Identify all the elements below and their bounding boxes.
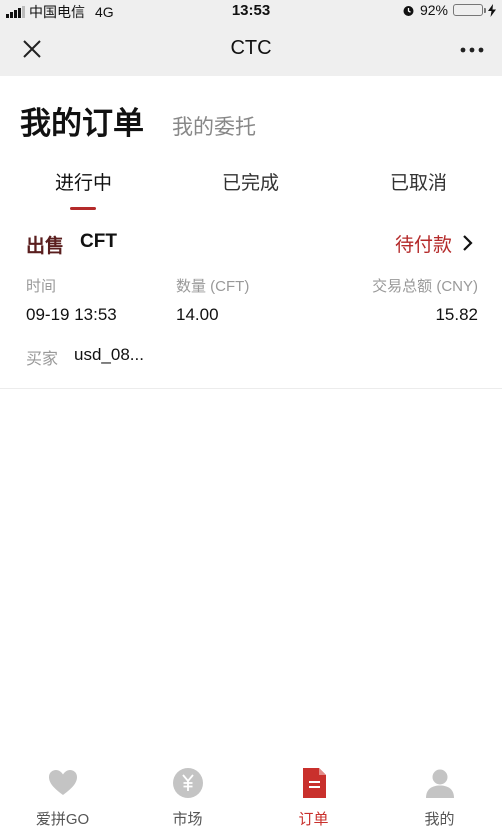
page-title: CTC — [230, 37, 272, 59]
battery-percent: 92% — [419, 2, 448, 18]
quantity-label: 数量 (CFT) — [176, 278, 250, 295]
tabbar-label: 订单 — [298, 811, 329, 828]
yuan-icon — [173, 768, 203, 798]
chevron-right-icon — [463, 235, 473, 251]
battery-icon — [453, 4, 486, 16]
user-icon — [426, 769, 454, 798]
tabbar-label: 爱拼GO — [35, 811, 90, 828]
time-value: 09-19 13:53 — [26, 305, 117, 324]
order-coin: CFT — [80, 231, 117, 252]
tabbar-label: 市场 — [172, 811, 203, 828]
order-type: 出售 — [26, 236, 65, 257]
document-icon — [303, 768, 326, 798]
my-orders-heading[interactable]: 我的订单 — [20, 98, 144, 143]
time-label: 时间 — [26, 278, 57, 295]
bottom-tab-bar: 爱拼GO 市场 订单 我的 — [0, 757, 502, 837]
tabbar-label: 我的 — [424, 811, 455, 828]
tab-in-progress[interactable]: 进行中 — [0, 168, 167, 195]
total-label: 交易总额 (CNY) — [372, 278, 478, 295]
alarm-icon — [403, 5, 414, 16]
status-right: 92% — [402, 2, 496, 18]
tabbar-item-market[interactable]: 市场 — [125, 757, 250, 837]
heart-icon — [49, 770, 77, 795]
order-card[interactable]: 出售 CFT 待付款 时间 数量 (CFT) 交易总额 (CNY) 09-19 … — [0, 222, 502, 389]
tabbar-item-orders[interactable]: 订单 — [251, 757, 376, 837]
order-tabs: 进行中 已完成 已取消 — [0, 168, 502, 214]
heading-switch: 我的订单 我的委托 — [20, 98, 256, 143]
tab-completed[interactable]: 已完成 — [167, 168, 334, 195]
more-icon[interactable] — [458, 36, 486, 64]
tabbar-item-aipingo[interactable]: 爱拼GO — [0, 757, 125, 837]
buyer-label: 买家 — [26, 351, 59, 368]
tabbar-item-mine[interactable]: 我的 — [377, 757, 502, 837]
buyer-value: usd_08... — [74, 345, 144, 364]
navigation-bar: CTC — [0, 22, 502, 76]
charging-icon — [488, 3, 496, 17]
status-bar: 中国电信 4G 13:53 92% — [0, 0, 502, 22]
total-value: 15.82 — [435, 305, 478, 324]
my-entrusts-link[interactable]: 我的委托 — [172, 111, 256, 141]
tab-indicator — [70, 207, 96, 210]
quantity-value: 14.00 — [176, 305, 219, 324]
tab-cancelled[interactable]: 已取消 — [335, 168, 502, 195]
